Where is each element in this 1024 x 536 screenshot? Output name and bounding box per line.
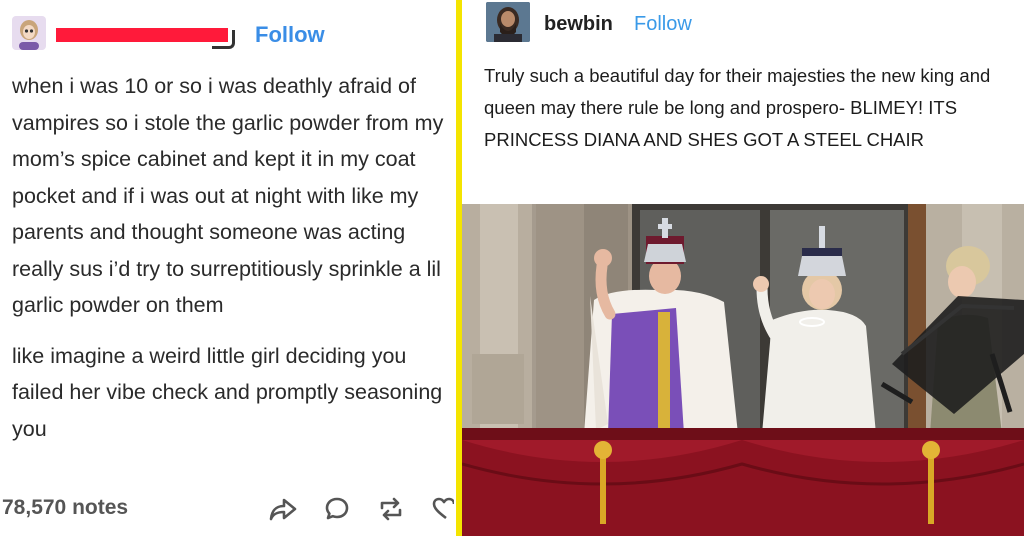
user-avatar[interactable] bbox=[486, 2, 530, 42]
redaction-mark bbox=[212, 30, 235, 49]
heart-icon[interactable] bbox=[432, 496, 454, 522]
username[interactable]: bewbin bbox=[544, 13, 613, 36]
post-paragraph-1: when i was 10 or so i was deathly afraid… bbox=[12, 74, 444, 317]
post-actions bbox=[268, 496, 454, 522]
right-post: bewbin Follow Truly such a beautiful day… bbox=[462, 0, 1024, 536]
redacted-username bbox=[56, 28, 228, 42]
post-body: when i was 10 or so i was deathly afraid… bbox=[12, 68, 452, 447]
notes-count[interactable]: 78,570 notes bbox=[2, 496, 128, 520]
comment-icon[interactable] bbox=[324, 496, 350, 522]
post-photo[interactable] bbox=[462, 204, 1024, 536]
follow-button[interactable]: Follow bbox=[255, 22, 325, 48]
follow-button[interactable]: Follow bbox=[634, 13, 692, 36]
post-text: Truly such a beautiful day for their maj… bbox=[484, 65, 991, 150]
post-paragraph-2: like imagine a weird little girl decidin… bbox=[12, 343, 443, 441]
left-post: Follow when i was 10 or so i was deathly… bbox=[0, 0, 456, 536]
share-icon[interactable] bbox=[268, 496, 298, 522]
post-body: Truly such a beautiful day for their maj… bbox=[484, 60, 1024, 156]
reblog-icon[interactable] bbox=[376, 496, 406, 522]
user-avatar[interactable] bbox=[12, 16, 46, 50]
